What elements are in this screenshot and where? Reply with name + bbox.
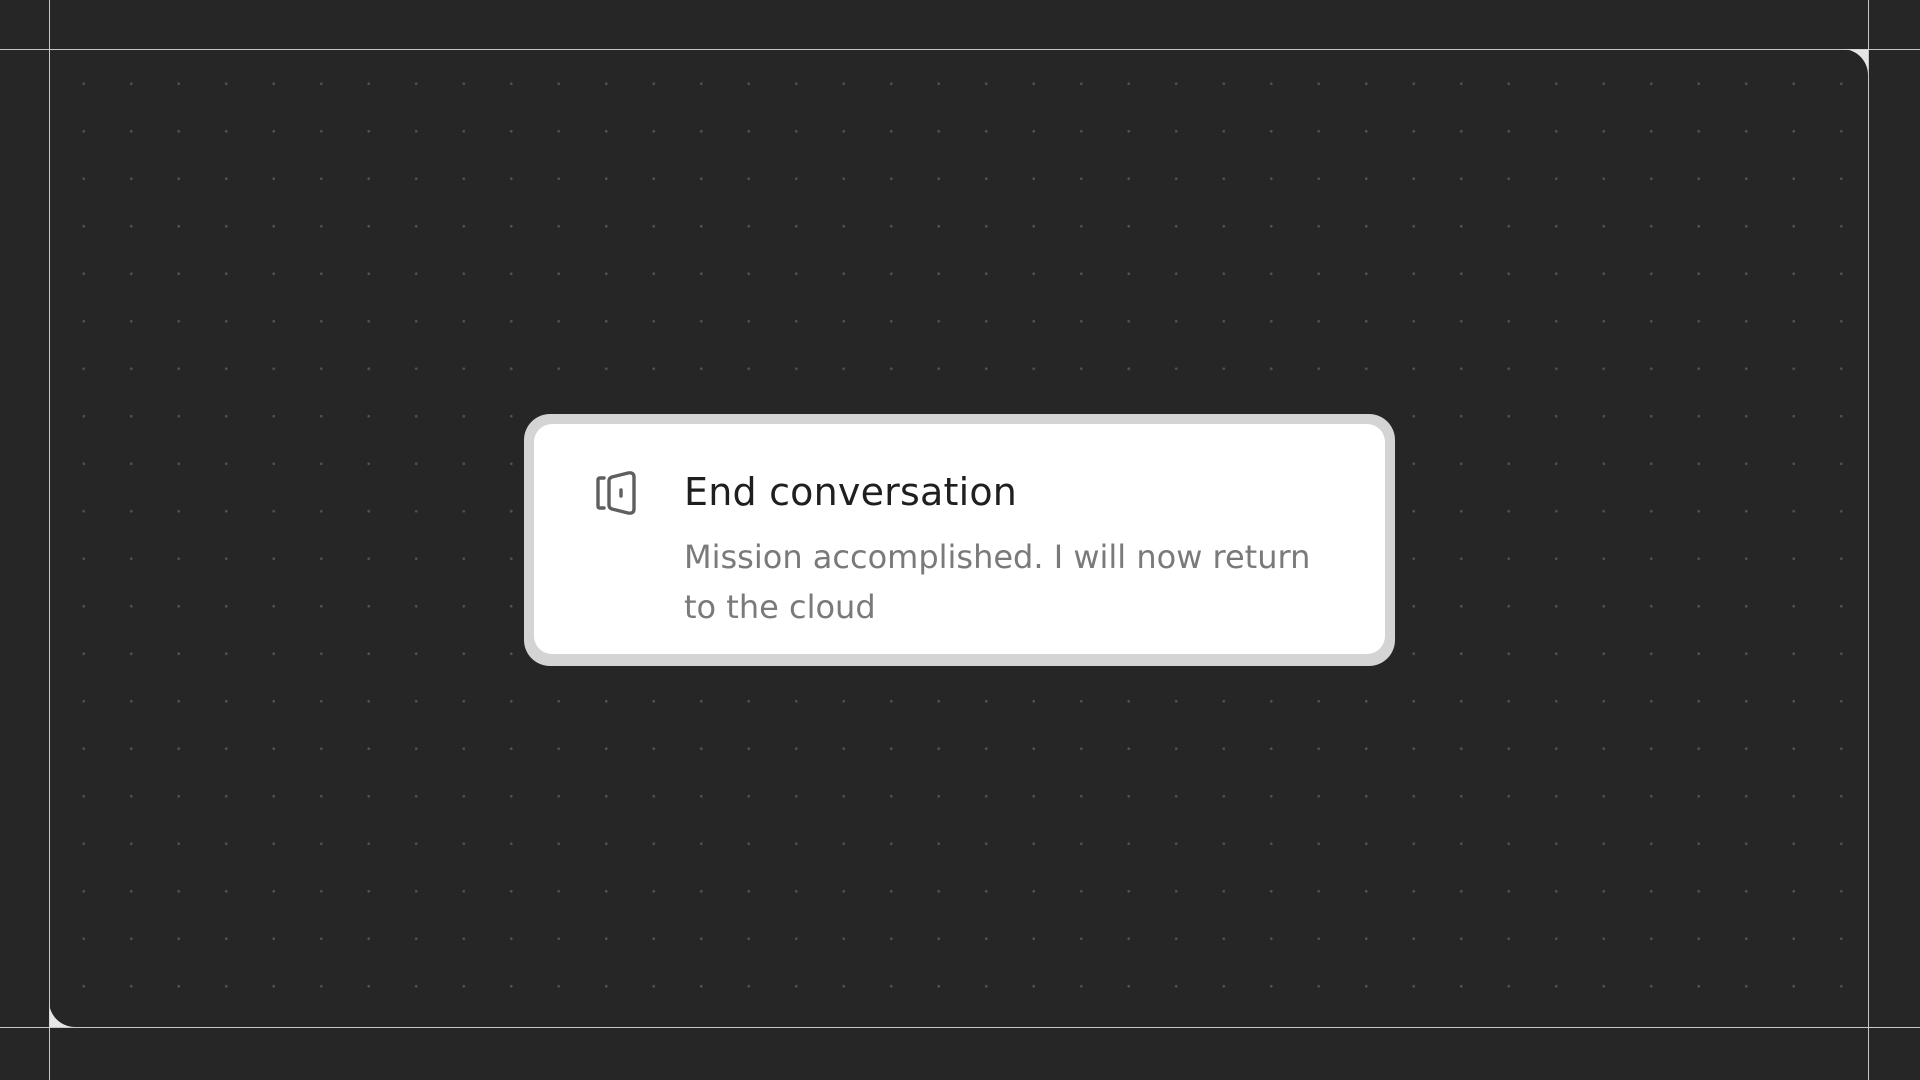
end-conversation-card[interactable]: End conversation Mission accomplished. I… bbox=[524, 414, 1395, 666]
guide-line-left bbox=[49, 0, 50, 1080]
stage: End conversation Mission accomplished. I… bbox=[0, 0, 1920, 1080]
end-conversation-card-body: End conversation Mission accomplished. I… bbox=[534, 424, 1385, 654]
guide-line-bottom bbox=[0, 1027, 1920, 1028]
door-exit-icon bbox=[594, 470, 638, 516]
card-title: End conversation bbox=[684, 470, 1018, 514]
guide-line-top bbox=[0, 49, 1920, 50]
guide-line-right bbox=[1868, 0, 1869, 1080]
card-description: Mission accomplished. I will now return … bbox=[684, 538, 1311, 626]
